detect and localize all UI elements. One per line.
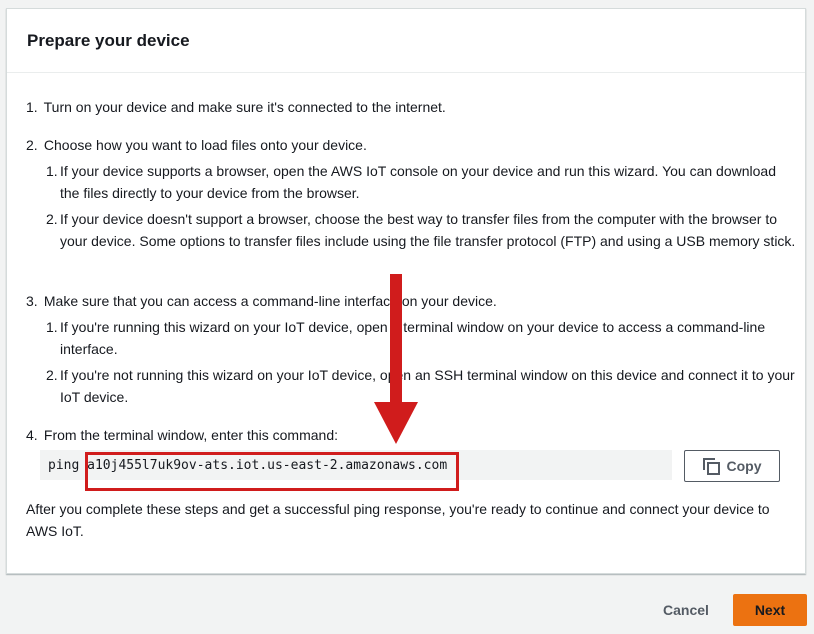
copy-button[interactable]: Copy — [684, 450, 780, 482]
step-3-sub-2: 2. If you're not running this wizard on … — [46, 364, 798, 408]
step-text: From the terminal window, enter this com… — [43, 427, 339, 443]
substep-text: If you're running this wizard on your Io… — [60, 319, 766, 357]
substep-number: 2. — [46, 367, 58, 383]
panel-title: Prepare your device — [27, 30, 190, 50]
substep-text: If your device doesn't support a browser… — [60, 211, 796, 249]
substep-text: If you're not running this wizard on you… — [60, 367, 795, 405]
command-host: a10j455l7uk9ov-ats.iot.us-east-2.amazona… — [87, 457, 448, 473]
substep-number: 1. — [46, 163, 58, 179]
step-number: 2. — [26, 137, 38, 153]
copy-button-label: Copy — [726, 458, 762, 474]
substep-text: If your device supports a browser, open … — [60, 163, 776, 201]
step-4: 4. From the terminal window, enter this … — [26, 424, 794, 446]
step-number: 3. — [26, 293, 38, 309]
command-code-box[interactable]: ping a10j455l7uk9ov-ats.iot.us-east-2.am… — [40, 450, 672, 480]
cancel-button[interactable]: Cancel — [646, 594, 726, 626]
step-3-sub-1: 1. If you're running this wizard on your… — [46, 316, 798, 360]
step-text: Make sure that you can access a command-… — [43, 293, 497, 309]
step-3: 3. Make sure that you can access a comma… — [26, 290, 794, 312]
step-2-sub-1: 1. If your device supports a browser, op… — [46, 160, 798, 204]
step-2: 2. Choose how you want to load files ont… — [26, 134, 794, 156]
substep-number: 2. — [46, 211, 58, 227]
step-text: Choose how you want to load files onto y… — [43, 137, 367, 153]
substep-number: 1. — [46, 319, 58, 335]
step-number: 4. — [26, 427, 38, 443]
step-text: Turn on your device and make sure it's c… — [43, 99, 446, 115]
command-prefix: ping — [48, 457, 80, 473]
step-number: 1. — [26, 99, 38, 115]
completion-note: After you complete these steps and get a… — [26, 501, 770, 539]
step-2-sub-2: 2. If your device doesn't support a brow… — [46, 208, 798, 252]
step-1: 1. Turn on your device and make sure it'… — [26, 96, 794, 118]
panel-header: Prepare your device — [7, 9, 805, 73]
copy-icon — [702, 458, 720, 475]
next-button[interactable]: Next — [733, 594, 807, 626]
